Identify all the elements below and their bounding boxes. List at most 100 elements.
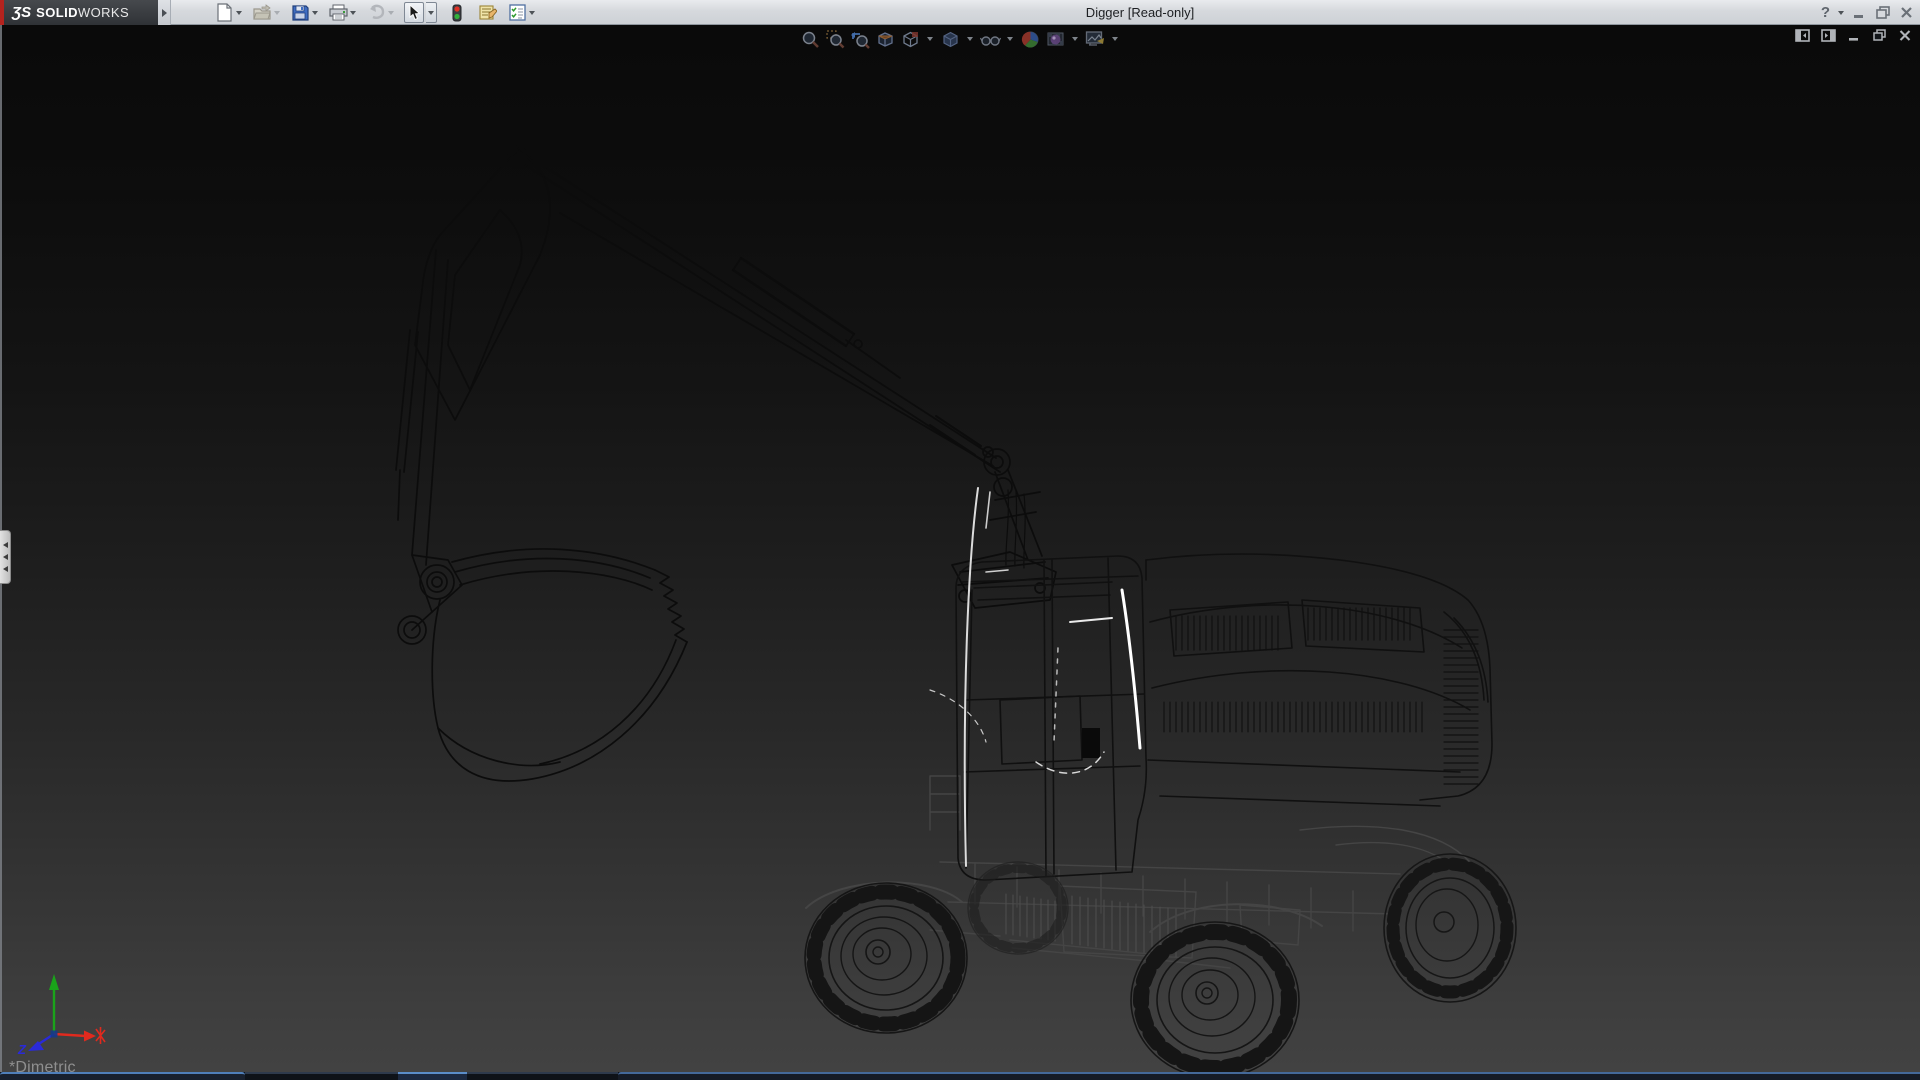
rebuild-button[interactable] <box>447 2 467 23</box>
save-button[interactable] <box>290 2 310 23</box>
minimize-icon <box>1847 29 1861 42</box>
doc-close-button[interactable] <box>1898 29 1912 42</box>
taskbar-active-task-segment[interactable] <box>398 1072 467 1080</box>
app-close-button[interactable] <box>1899 5 1914 20</box>
graphics-viewport[interactable]: Z *Dimetric <box>0 25 1920 1072</box>
options-dropdown-arrow[interactable] <box>529 11 535 15</box>
zoom-to-fit-button[interactable] <box>799 28 821 50</box>
new-document-group <box>214 2 242 23</box>
logo-red-accent <box>0 0 4 25</box>
menu-flyout-arrow[interactable] <box>158 0 171 25</box>
traffic-light-icon <box>452 4 462 22</box>
splitter-arrow-icon <box>3 542 8 548</box>
window-title: Digger [Read-only] <box>1086 0 1194 25</box>
help-button[interactable]: ? <box>1821 4 1830 21</box>
orientation-triad: Z <box>16 972 108 1056</box>
display-style-dropdown-arrow[interactable] <box>967 37 973 41</box>
magnifier-icon <box>801 30 820 49</box>
taskbar-start-segment[interactable] <box>0 1072 245 1080</box>
doc-restore-button[interactable] <box>1872 29 1887 42</box>
section-view-button[interactable] <box>874 28 896 50</box>
titlebar-controls: ? <box>1821 0 1914 25</box>
view-orientation-button[interactable] <box>899 28 921 50</box>
file-properties-group <box>477 2 497 23</box>
edit-appearance-button[interactable] <box>1019 28 1041 50</box>
app-minimize-button[interactable] <box>1852 5 1867 20</box>
select-button[interactable] <box>404 2 424 23</box>
apply-scene-dropdown-arrow[interactable] <box>1072 37 1078 41</box>
app-restore-button[interactable] <box>1875 5 1891 20</box>
checklist-form-icon <box>509 4 526 21</box>
blank-page-icon <box>216 3 233 22</box>
taskbar-segment[interactable] <box>467 1072 618 1080</box>
standard-toolbar <box>214 0 535 25</box>
file-properties-button[interactable] <box>477 2 497 23</box>
digger-wireframe-model <box>0 25 1920 1072</box>
help-dropdown-arrow[interactable] <box>1838 11 1844 15</box>
open-button[interactable] <box>252 2 272 23</box>
x-axis-label-glyph <box>96 1027 105 1044</box>
taskbar-segment[interactable] <box>245 1072 398 1080</box>
note-with-hand-icon <box>478 4 497 21</box>
floppy-disk-icon <box>292 4 309 21</box>
collapse-left-pane-button[interactable] <box>1795 29 1810 42</box>
eyeglasses-icon <box>980 31 1001 48</box>
feature-pane-splitter-handle[interactable] <box>0 530 11 584</box>
restore-icon <box>1875 5 1891 20</box>
print-group <box>328 2 356 23</box>
open-dropdown-arrow[interactable] <box>274 11 280 15</box>
save-group <box>290 2 318 23</box>
doc-minimize-button[interactable] <box>1847 29 1861 42</box>
logo-text-works: WORKS <box>78 5 129 20</box>
pane-right-icon <box>1821 29 1836 42</box>
zoom-to-area-button[interactable] <box>824 28 846 50</box>
cut-box-icon <box>876 30 895 49</box>
select-group <box>404 2 437 23</box>
undo-button[interactable] <box>366 2 386 23</box>
z-axis-label: Z <box>17 1042 27 1056</box>
taskbar-tray-segment[interactable] <box>618 1072 1920 1080</box>
options-group <box>507 2 535 23</box>
print-button[interactable] <box>328 2 348 23</box>
taskbar-edge[interactable] <box>0 1072 1920 1080</box>
folder-open-icon <box>253 4 272 21</box>
select-dropdown-arrow[interactable] <box>426 2 437 23</box>
view-settings-dropdown-arrow[interactable] <box>1112 37 1118 41</box>
hide-show-items-dropdown-arrow[interactable] <box>1007 37 1013 41</box>
minimize-icon <box>1852 5 1867 20</box>
view-orientation-dropdown-arrow[interactable] <box>927 37 933 41</box>
undo-dropdown-arrow[interactable] <box>388 11 394 15</box>
solidworks-logo: ƷS SOLIDWORKS <box>0 0 158 25</box>
cursor-arrow-icon <box>407 4 421 21</box>
apply-scene-button[interactable] <box>1044 28 1066 50</box>
scene-sphere-icon <box>1046 30 1065 49</box>
view-cube-icon <box>901 30 920 49</box>
document-window-controls <box>1795 29 1912 42</box>
heads-up-view-toolbar <box>799 28 1121 50</box>
shaded-cube-icon <box>941 30 960 49</box>
splitter-arrow-icon <box>3 566 8 572</box>
printer-icon <box>329 4 348 21</box>
new-dropdown-arrow[interactable] <box>236 11 242 15</box>
close-icon <box>1899 5 1914 20</box>
save-dropdown-arrow[interactable] <box>312 11 318 15</box>
restore-icon <box>1872 29 1887 42</box>
hide-show-items-button[interactable] <box>979 28 1001 50</box>
color-sphere-icon <box>1021 30 1040 49</box>
expand-right-pane-button[interactable] <box>1821 29 1836 42</box>
undo-arrow-icon <box>367 4 386 21</box>
titlebar: ƷS SOLIDWORKS <box>0 0 1920 25</box>
new-document-button[interactable] <box>214 2 234 23</box>
logo-text-solid: SOLID <box>36 5 78 20</box>
dassault-logo-glyph: ƷS <box>12 4 31 21</box>
open-group <box>252 2 280 23</box>
view-settings-button[interactable] <box>1084 28 1106 50</box>
select-dropdown-triangle <box>428 11 434 15</box>
magnifier-arrow-icon <box>850 30 870 49</box>
options-button[interactable] <box>507 2 527 23</box>
display-style-button[interactable] <box>939 28 961 50</box>
rebuild-group <box>447 2 467 23</box>
magnifier-area-icon <box>826 30 845 49</box>
previous-view-button[interactable] <box>849 28 871 50</box>
print-dropdown-arrow[interactable] <box>350 11 356 15</box>
